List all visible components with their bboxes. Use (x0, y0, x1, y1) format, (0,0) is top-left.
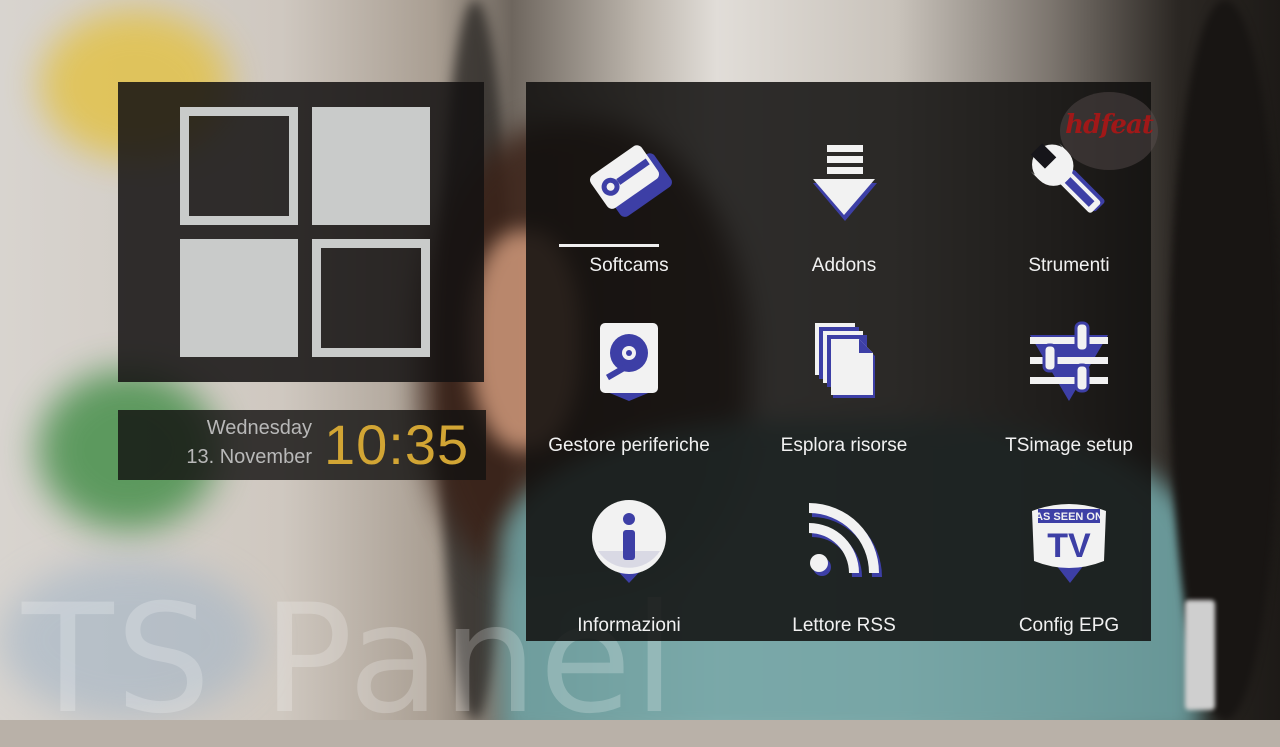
wrench-icon (1030, 143, 1105, 213)
logo-square-top-left (180, 107, 298, 225)
menu-item-softcams[interactable]: Softcams (529, 97, 729, 276)
menu-item-gestore-periferiche[interactable]: Gestore periferiche (529, 277, 729, 456)
tv-icon-line2: TV (1047, 527, 1091, 565)
menu-item-lettore-rss[interactable]: Lettore RSS (744, 457, 944, 636)
menu-item-label: Gestore periferiche (548, 435, 710, 456)
menu-item-strumenti[interactable]: Strumenti (969, 97, 1169, 276)
download-arrow-icon (813, 145, 877, 221)
menu-item-label: TSimage setup (1005, 435, 1133, 456)
menu-item-tsimage-setup[interactable]: TSimage setup (969, 277, 1169, 456)
menu-item-esplora-risorse[interactable]: Esplora risorse (744, 277, 944, 456)
tv-icon-line1: AS SEEN ON (1035, 511, 1103, 523)
menu-item-label: Config EPG (1018, 615, 1120, 636)
rss-icon (809, 503, 882, 577)
ts-logo-tile (118, 82, 484, 382)
menu-item-label: Esplora risorse (780, 435, 908, 456)
menu-item-informazioni[interactable]: Informazioni (529, 457, 729, 636)
clock-panel: Wednesday 13. November 10:35 (118, 410, 486, 480)
menu-item-label: Strumenti (1028, 255, 1110, 276)
logo-square-bottom-right (312, 239, 430, 357)
background-door-handle (1185, 600, 1215, 710)
softcam-key-icon (589, 145, 672, 217)
clock-weekday: Wednesday (206, 417, 312, 439)
menu-item-addons[interactable]: Addons (744, 97, 944, 276)
info-icon (592, 500, 666, 583)
main-menu-panel: hdfeat Softcams Addons Strumenti Gestore… (526, 82, 1158, 641)
logo-square-bottom-left (180, 239, 298, 357)
sliders-icon (1030, 321, 1108, 401)
files-icon (815, 323, 875, 398)
hard-disk-icon (600, 323, 658, 401)
menu-item-label: Addons (811, 255, 877, 276)
as-seen-on-tv-icon: AS SEEN ON TV (1032, 504, 1106, 583)
menu-item-label: Informazioni (577, 615, 681, 636)
clock-time: 10:35 (324, 413, 470, 476)
clock-date: 13. November (186, 446, 312, 468)
selection-underline (559, 244, 659, 247)
menu-item-label: Lettore RSS (792, 615, 896, 636)
menu-item-config-epg[interactable]: AS SEEN ON TV Config EPG (969, 457, 1169, 636)
logo-square-top-right (312, 107, 430, 225)
menu-item-label: Softcams (589, 255, 669, 276)
